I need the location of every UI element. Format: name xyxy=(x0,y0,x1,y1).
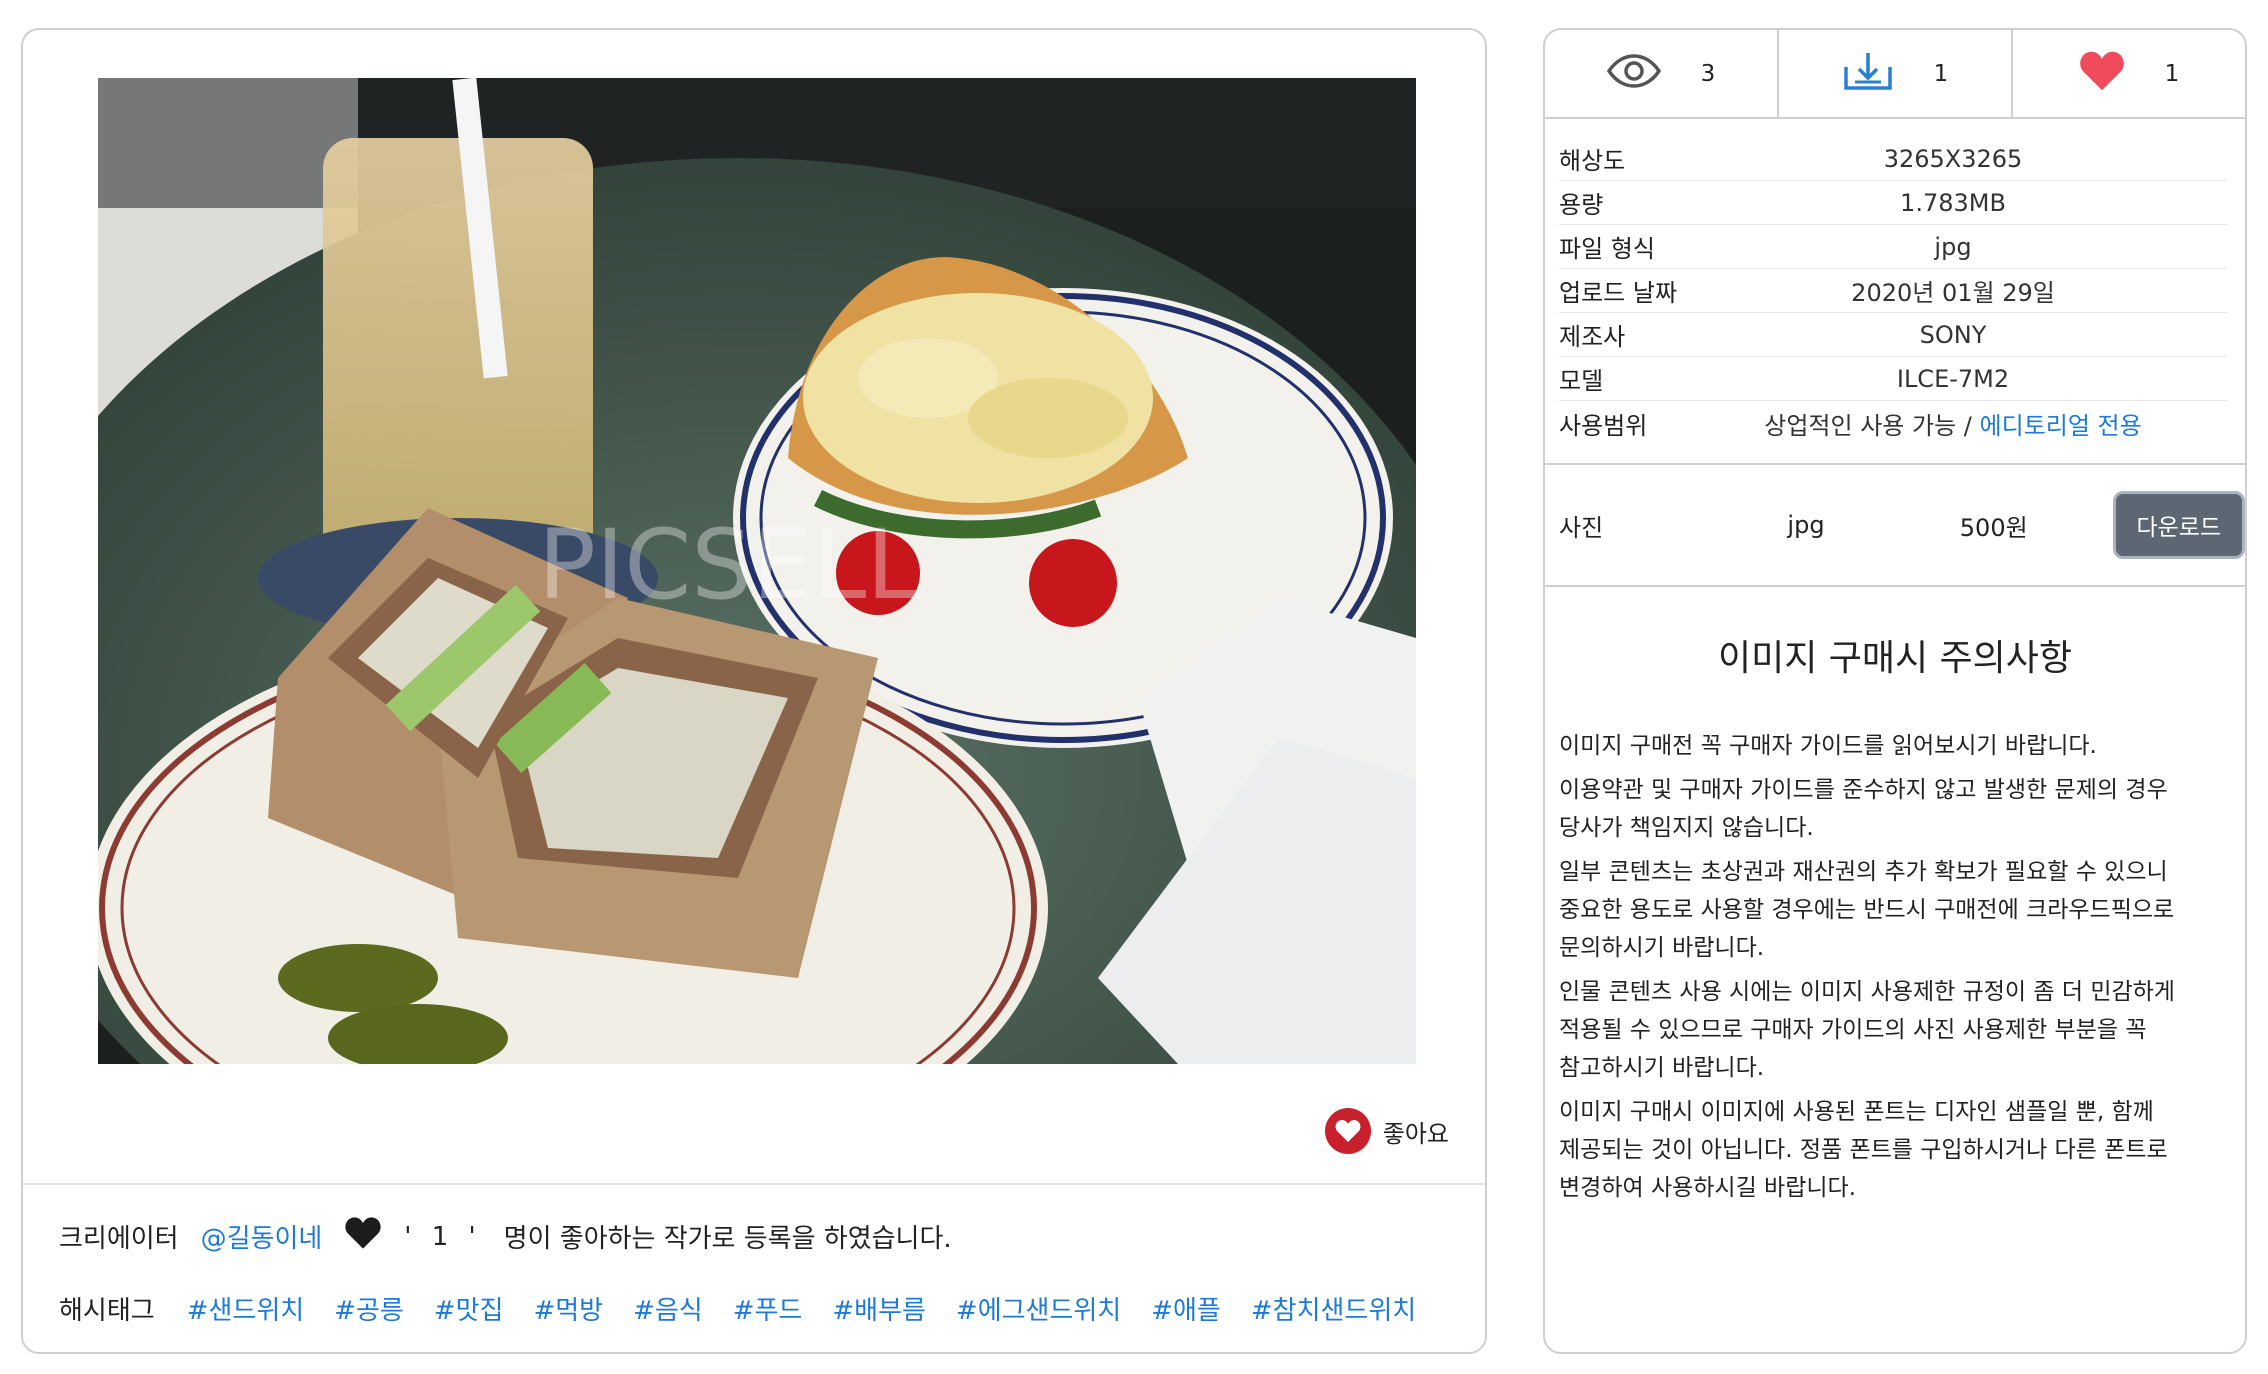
creator-row: 크리에이터 @길동이네 ' 1 ' 명이 좋아하는 작가로 등록을 하였습니다. xyxy=(59,1216,952,1257)
info-row-format: 파일 형식 jpg xyxy=(1559,225,2227,269)
hashtag-link[interactable]: #애플 xyxy=(1151,1290,1221,1327)
downloads-stat: 1 xyxy=(1777,30,2011,117)
purchase-format: jpg xyxy=(1787,511,1825,539)
hashtag-link[interactable]: #푸드 xyxy=(733,1290,803,1327)
stats-row: 3 1 1 xyxy=(1545,30,2245,119)
info-row-upload-date: 업로드 날짜 2020년 01월 29일 xyxy=(1559,269,2227,313)
download-button[interactable]: 다운로드 xyxy=(2112,491,2245,559)
hashtag-label: 해시태그 xyxy=(59,1296,155,1326)
likes-stat[interactable]: 1 xyxy=(2011,30,2245,117)
views-stat: 3 xyxy=(1545,30,1777,117)
info-key: 파일 형식 xyxy=(1559,235,1655,263)
notice-paragraph: 이미지 구매전 꼭 구매자 가이드를 읽어보시기 바랍니다. xyxy=(1559,733,2097,759)
creator-label: 크리에이터 xyxy=(59,1224,179,1254)
hashtag-link[interactable]: #공릉 xyxy=(334,1290,404,1327)
creator-link[interactable]: @길동이네 xyxy=(201,1218,323,1255)
purchase-label: 사진 xyxy=(1559,513,1604,542)
likes-count: 1 xyxy=(2164,60,2180,87)
follower-count: ' 1 ' xyxy=(404,1221,482,1252)
info-key: 해상도 xyxy=(1559,147,1626,175)
info-row-filesize: 용량 1.783MB xyxy=(1559,181,2227,225)
notice-paragraph: 이용약관 및 구매자 가이드를 준수하지 않고 발생한 문제의 경우 당사가 책… xyxy=(1559,777,2168,841)
info-value: ILCE-7M2 xyxy=(1896,364,2010,393)
heart-icon xyxy=(1324,1108,1371,1154)
purchase-price: 500원 xyxy=(1959,513,2028,542)
hashtag-row: 해시태그 #샌드위치 #공릉 #맛집 #먹방 #음식 #푸드 #배부름 #에그샌… xyxy=(59,1290,1416,1327)
download-icon xyxy=(1842,51,1894,97)
like-button[interactable]: 좋아요 xyxy=(1324,1108,1449,1154)
info-value: SONY xyxy=(1919,320,1987,349)
info-value: 3265X3265 xyxy=(1883,144,2023,173)
hashtag-link[interactable]: #배부름 xyxy=(832,1290,926,1327)
info-key: 모델 xyxy=(1559,367,1604,395)
info-key: 업로드 날짜 xyxy=(1559,279,1678,307)
notice-title: 이미지 구매시 주의사항 xyxy=(1717,638,2073,679)
info-row-model: 모델 ILCE-7M2 xyxy=(1559,357,2227,401)
downloads-count: 1 xyxy=(1933,60,1949,87)
creator-suffix: 명이 좋아하는 작가로 등록을 하였습니다. xyxy=(503,1224,952,1254)
views-count: 3 xyxy=(1700,60,1716,87)
info-value: 2020년 01월 29일 xyxy=(1851,279,2055,307)
usage-editorial-link[interactable]: 에디토리얼 전용 xyxy=(1980,412,2142,440)
product-photo[interactable]: PICSELL xyxy=(98,78,1416,1064)
image-info-panel: 3 1 1 해상도 3265X3265 용량 1.783MB 파일 형식 jpg… xyxy=(1543,28,2247,1354)
usage-commercial: 상업적인 사용 가능 / xyxy=(1764,411,1972,440)
hashtag-link[interactable]: #에그샌드위치 xyxy=(956,1290,1121,1327)
info-row-usage: 사용범위 상업적인 사용 가능 / 에디토리얼 전용 xyxy=(1559,401,2227,445)
image-info-table: 해상도 3265X3265 용량 1.783MB 파일 형식 jpg 업로드 날… xyxy=(1559,137,2227,445)
notice-paragraph: 이미지 구매시 이미지에 사용된 폰트는 디자인 샘플일 뿐, 함께 제공되는 … xyxy=(1559,1099,2168,1201)
watermark-text: PICSELL xyxy=(538,509,920,621)
hashtag-link[interactable]: #맛집 xyxy=(434,1290,504,1327)
info-row-resolution: 해상도 3265X3265 xyxy=(1559,137,2227,181)
divider xyxy=(1545,585,2245,587)
info-value: 상업적인 사용 가능 / 에디토리얼 전용 xyxy=(1719,406,2227,441)
eye-icon xyxy=(1606,53,1661,94)
hashtag-link[interactable]: #샌드위치 xyxy=(187,1290,304,1327)
like-label: 좋아요 xyxy=(1382,1119,1449,1148)
notice-paragraph: 일부 콘텐츠는 초상권과 재산권의 추가 확보가 필요할 수 있으니 중요한 용… xyxy=(1559,859,2175,961)
purchase-notice: 이미지 구매시 주의사항 이미지 구매전 꼭 구매자 가이드를 읽어보시기 바랍… xyxy=(1545,629,2245,1207)
photo-detail-card: PICSELL 좋아요 크리에이터 @길동이네 ' 1 ' 명이 좋아하는 작가… xyxy=(21,28,1487,1354)
info-value: 1.783MB xyxy=(1900,188,2006,217)
info-key: 제조사 xyxy=(1559,323,1626,351)
sandwich-photo-illustration: PICSELL xyxy=(98,78,1416,1064)
info-value: jpg xyxy=(1934,232,1972,261)
info-key: 용량 xyxy=(1559,191,1604,219)
hashtag-link[interactable]: #먹방 xyxy=(533,1290,603,1327)
info-key: 사용범위 xyxy=(1559,411,1648,440)
notice-paragraph: 인물 콘텐츠 사용 시에는 이미지 사용제한 규정이 좀 더 민감하게 적용될 … xyxy=(1559,979,2175,1081)
hashtag-link[interactable]: #음식 xyxy=(633,1290,703,1327)
divider xyxy=(23,1183,1485,1185)
heart-icon xyxy=(2079,50,2125,98)
follow-heart-icon[interactable] xyxy=(344,1216,382,1257)
purchase-row: 사진 jpg 500원 다운로드 xyxy=(1545,465,2245,585)
hashtag-link[interactable]: #참치샌드위치 xyxy=(1251,1290,1416,1327)
info-row-manufacturer: 제조사 SONY xyxy=(1559,313,2227,357)
